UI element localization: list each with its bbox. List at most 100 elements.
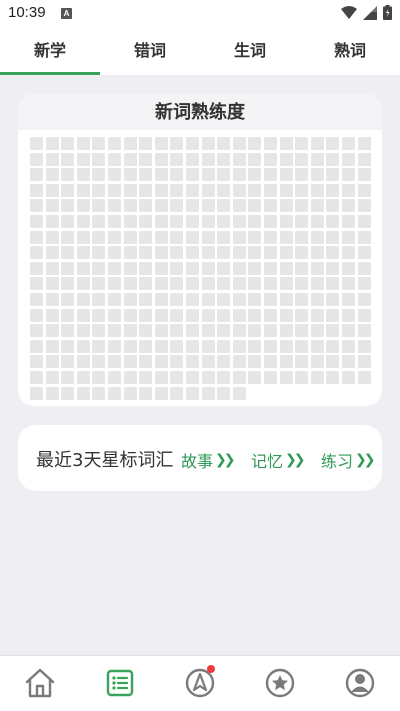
mastery-cell xyxy=(170,246,184,260)
memory-label: 记忆 xyxy=(251,452,284,471)
nav-wordlist[interactable] xyxy=(103,666,137,700)
mastery-cell xyxy=(248,339,262,353)
mastery-cell xyxy=(186,386,199,400)
mastery-cell xyxy=(310,261,324,275)
mastery-cell xyxy=(45,386,59,400)
mastery-cell xyxy=(170,261,184,275)
mastery-cell xyxy=(139,324,153,338)
mastery-cell xyxy=(30,324,43,338)
tab-unfamiliar[interactable]: 生词 xyxy=(200,28,300,75)
mastery-cell xyxy=(264,293,277,306)
mastery-cell xyxy=(139,152,153,166)
mastery-cell xyxy=(186,293,199,306)
mastery-cell xyxy=(295,230,309,244)
mastery-cell xyxy=(45,230,59,244)
mastery-cell xyxy=(279,339,293,353)
mastery-cell xyxy=(154,371,168,384)
mastery-cell xyxy=(186,152,199,166)
mastery-cell xyxy=(310,183,324,197)
double-chevron-right-icon: ❯❯ xyxy=(215,452,236,468)
mastery-cell xyxy=(76,293,90,306)
mastery-cell xyxy=(310,371,324,384)
mastery-cell xyxy=(264,308,277,322)
mastery-cell xyxy=(139,246,153,260)
practice-button[interactable]: 练习 ❯❯ xyxy=(321,448,376,472)
mastery-cell xyxy=(357,230,371,244)
mastery-cell xyxy=(170,199,184,213)
mastery-cell xyxy=(279,371,293,384)
mastery-cell xyxy=(248,324,262,338)
mastery-cell xyxy=(170,183,184,197)
mastery-cell xyxy=(326,324,340,338)
mastery-cell xyxy=(61,230,75,244)
mastery-cell xyxy=(357,168,371,182)
mastery-cell xyxy=(326,137,340,150)
mastery-cell xyxy=(279,261,293,275)
mastery-cell xyxy=(92,199,106,213)
mastery-cell xyxy=(45,308,59,322)
mastery-cell xyxy=(201,261,215,275)
mastery-cell xyxy=(45,339,59,353)
nav-profile[interactable] xyxy=(343,666,377,700)
tab-wrong[interactable]: 错词 xyxy=(100,28,200,75)
double-chevron-right-icon: ❯❯ xyxy=(355,452,376,468)
nav-favorites[interactable] xyxy=(263,666,297,700)
story-button[interactable]: 故事 ❯❯ xyxy=(181,448,236,472)
mastery-cell xyxy=(30,339,43,353)
tab-bar: 新学 错词 生词 熟词 xyxy=(0,28,400,75)
story-label: 故事 xyxy=(181,452,214,471)
mastery-cell xyxy=(201,199,215,213)
tab-new[interactable]: 新学 xyxy=(0,28,100,75)
mastery-cell xyxy=(186,246,199,260)
mastery-cell xyxy=(232,246,246,260)
mastery-cell xyxy=(92,168,106,182)
mastery-cell xyxy=(342,261,355,275)
mastery-cell xyxy=(248,246,262,260)
memory-button[interactable]: 记忆 ❯❯ xyxy=(251,448,306,472)
mastery-cell xyxy=(76,168,90,182)
mastery-cell xyxy=(170,386,184,400)
mastery-cell xyxy=(232,215,246,228)
mastery-cell xyxy=(357,246,371,260)
mastery-cell xyxy=(30,168,43,182)
mastery-cell xyxy=(186,308,199,322)
mastery-cell xyxy=(232,230,246,244)
mastery-cell xyxy=(326,199,340,213)
mastery-cell xyxy=(186,168,199,182)
mastery-cell xyxy=(45,277,59,291)
tab-familiar[interactable]: 熟词 xyxy=(300,28,400,75)
mastery-cell xyxy=(232,386,246,400)
mastery-cell xyxy=(357,308,371,322)
mastery-cell xyxy=(123,277,137,291)
mastery-cell xyxy=(76,215,90,228)
nav-discover[interactable] xyxy=(183,665,217,700)
mastery-cell xyxy=(248,199,262,213)
mastery-cell xyxy=(279,246,293,260)
mastery-cell xyxy=(217,230,231,244)
nav-home[interactable] xyxy=(23,666,57,700)
mastery-cell xyxy=(264,168,277,182)
mastery-cell xyxy=(108,339,121,353)
mastery-cell xyxy=(76,277,90,291)
mastery-cell xyxy=(342,355,355,369)
mastery-cell xyxy=(326,293,340,306)
mastery-cell xyxy=(30,230,43,244)
mastery-cell xyxy=(357,293,371,306)
mastery-cell xyxy=(30,308,43,322)
mastery-cell xyxy=(92,246,106,260)
mastery-cell xyxy=(357,261,371,275)
mastery-cell xyxy=(232,371,246,384)
mastery-cell xyxy=(45,137,59,150)
mastery-cell xyxy=(186,339,199,353)
mastery-cell xyxy=(217,293,231,306)
mastery-cell xyxy=(76,137,90,150)
mastery-cell xyxy=(61,168,75,182)
mastery-cell xyxy=(30,386,43,400)
mastery-cell xyxy=(45,246,59,260)
mastery-cell xyxy=(295,339,309,353)
mastery-cell xyxy=(357,215,371,228)
mastery-cell xyxy=(30,215,43,228)
mastery-cell xyxy=(310,308,324,322)
mastery-cell xyxy=(357,183,371,197)
mastery-cell xyxy=(108,308,121,322)
